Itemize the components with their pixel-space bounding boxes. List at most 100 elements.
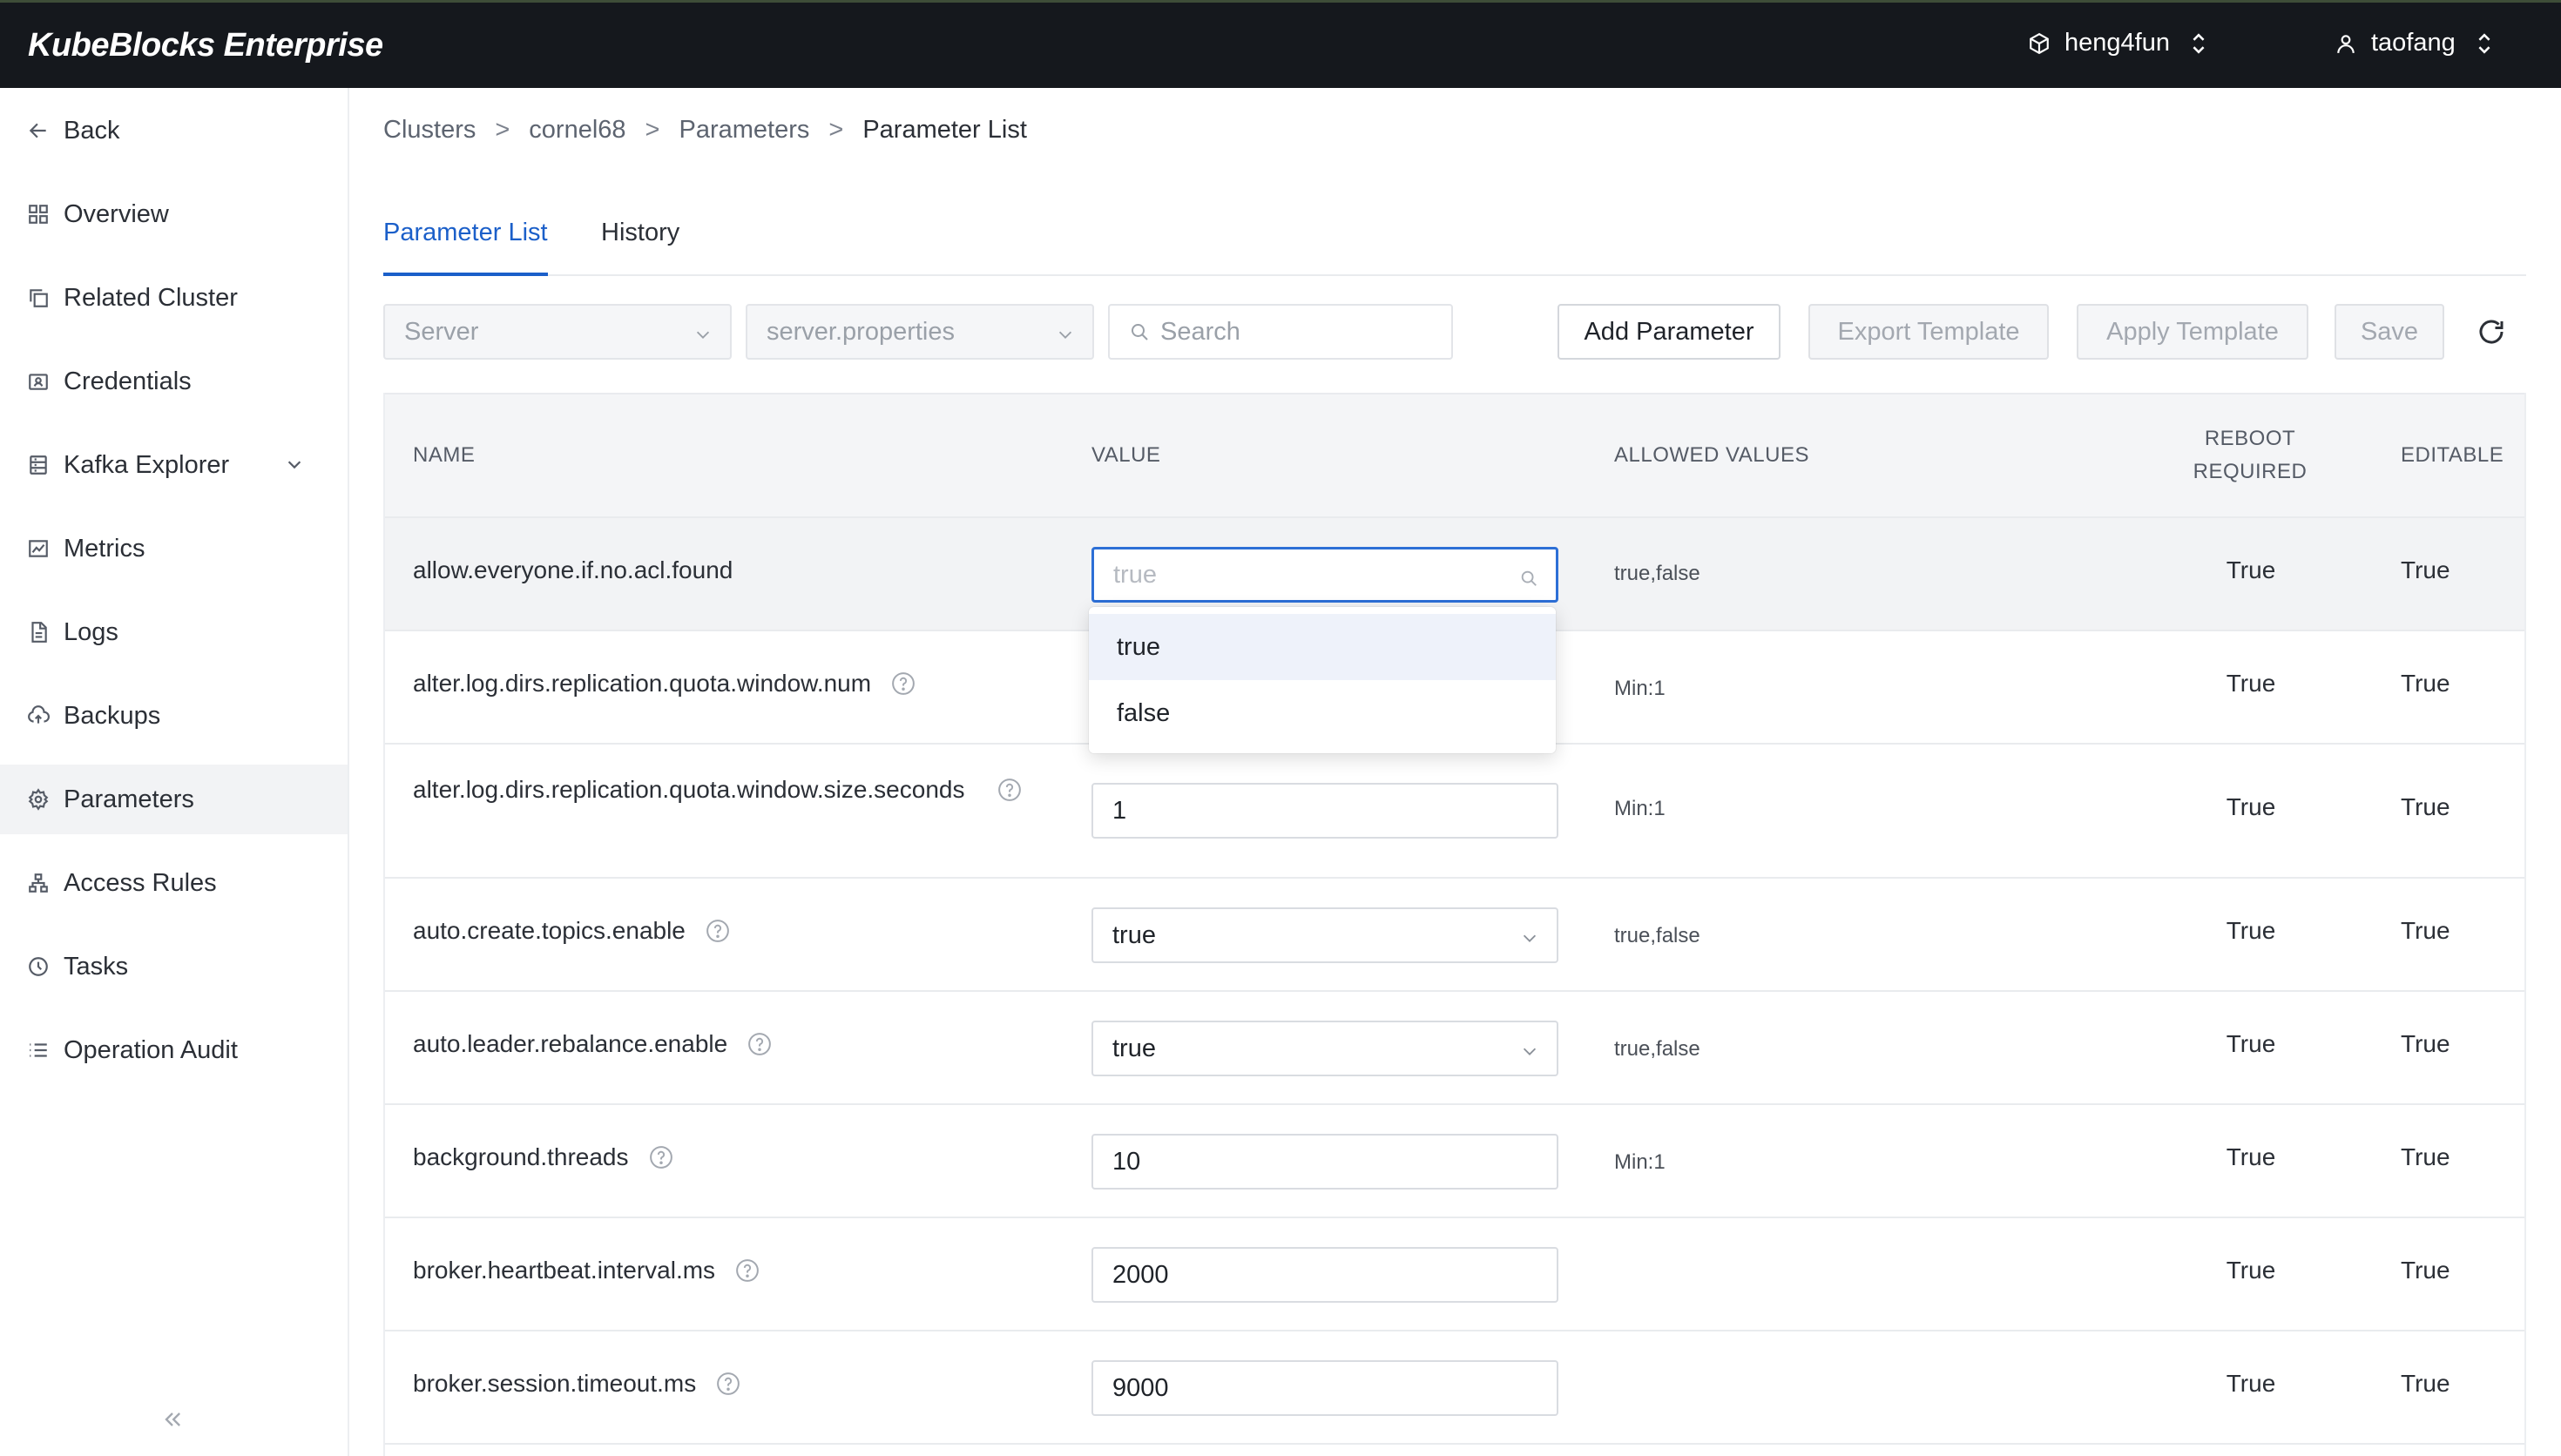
user-menu[interactable]: taofang <box>2335 29 2492 57</box>
header-editable: EDITABLE <box>2401 443 2504 467</box>
editable: True <box>2401 1257 2450 1284</box>
value-input-text: 1 <box>1112 796 1127 825</box>
org-switcher[interactable]: heng4fun <box>2028 29 2206 57</box>
value-input[interactable]: 1 <box>1091 783 1558 839</box>
param-name-wrap: auto.create.topics.enable <box>413 917 731 945</box>
table-row: broker.heartbeat.interval.ms 2000 True T… <box>385 1218 2524 1331</box>
breadcrumb-separator: > <box>828 116 844 144</box>
value-input[interactable]: 2000 <box>1091 1247 1558 1303</box>
database-icon <box>30 455 47 475</box>
help-icon[interactable] <box>890 671 916 697</box>
param-name: broker.heartbeat.interval.ms <box>413 1257 716 1284</box>
value-input-text: 10 <box>1112 1147 1141 1176</box>
sidebar-item-tasks[interactable]: Tasks <box>0 932 348 1001</box>
help-icon[interactable] <box>997 777 1023 803</box>
allowed-values: true,false <box>1614 562 1700 585</box>
sidebar-item-label: Related Cluster <box>64 283 238 312</box>
sidebar-item-parameters[interactable]: Parameters <box>0 765 348 834</box>
reboot-required: True <box>2226 1370 2276 1397</box>
chevron-updown-icon <box>2478 32 2490 54</box>
sidebar-item-logs[interactable]: Logs <box>0 597 348 667</box>
sidebar-item-backups[interactable]: Backups <box>0 681 348 751</box>
param-name: alter.log.dirs.replication.quota.window.… <box>413 776 965 803</box>
value-select[interactable]: true <box>1091 1021 1558 1076</box>
table-row: broker.session.timeout.ms 9000 True True <box>385 1331 2524 1445</box>
allowed-values: Min:1 <box>1614 677 1666 700</box>
breadcrumb-cluster[interactable]: cornel68 <box>529 116 625 145</box>
value-select-search[interactable]: true <box>1091 547 1558 603</box>
search-icon <box>1521 570 1537 586</box>
tab-history[interactable]: History <box>601 219 679 276</box>
config-file-select[interactable]: server.properties <box>746 304 1094 360</box>
help-icon[interactable] <box>747 1031 773 1057</box>
help-icon[interactable] <box>734 1257 760 1284</box>
user-name: taofang <box>2371 29 2456 57</box>
reboot-required: True <box>2226 917 2276 944</box>
sidebar-item-label: Tasks <box>64 952 129 981</box>
breadcrumb-clusters[interactable]: Clusters <box>383 116 476 145</box>
sidebar-item-metrics[interactable]: Metrics <box>0 514 348 583</box>
refresh-icon[interactable] <box>2476 316 2507 347</box>
value-select[interactable]: true <box>1091 907 1558 963</box>
apply-template-button[interactable]: Apply Template <box>2077 304 2308 360</box>
app-logo[interactable]: KubeBlocks Enterprise <box>28 27 383 64</box>
config-file-select-value: server.properties <box>767 317 955 346</box>
search-placeholder: Search <box>1160 317 1240 346</box>
tab-parameter-list[interactable]: Parameter List <box>383 219 548 276</box>
value-input[interactable]: 10 <box>1091 1134 1558 1190</box>
export-template-button[interactable]: Export Template <box>1808 304 2049 360</box>
sidebar-item-back[interactable]: Back <box>0 96 348 165</box>
clock-icon <box>29 957 48 976</box>
help-icon[interactable] <box>715 1371 741 1397</box>
save-button[interactable]: Save <box>2335 304 2444 360</box>
allowed-values: Min:1 <box>1614 797 1666 820</box>
reboot-required: True <box>2226 793 2276 820</box>
param-name: auto.create.topics.enable <box>413 917 686 944</box>
sidebar-item-credentials[interactable]: Credentials <box>0 347 348 416</box>
breadcrumb: Clusters > cornel68 > Parameters > Param… <box>383 116 1027 145</box>
file-icon <box>31 622 47 643</box>
arrow-left-icon <box>29 123 46 138</box>
header-allowed-values: ALLOWED VALUES <box>1614 443 1809 467</box>
reboot-required: True <box>2226 670 2276 697</box>
cube-icon <box>2030 32 2049 54</box>
sidebar-item-related-cluster[interactable]: Related Cluster <box>0 263 348 333</box>
reboot-required: True <box>2226 1143 2276 1170</box>
allowed-values: true,false <box>1614 924 1700 947</box>
sidebar-item-label: Parameters <box>64 785 194 813</box>
chevron-down-icon[interactable] <box>285 455 304 474</box>
param-name-wrap: background.threads <box>413 1143 674 1171</box>
sidebar-item-overview[interactable]: Overview <box>0 179 348 249</box>
help-icon[interactable] <box>648 1144 674 1170</box>
search-input[interactable]: Search <box>1108 304 1453 360</box>
dropdown-option-true[interactable]: true <box>1089 614 1556 680</box>
help-icon[interactable] <box>705 918 731 944</box>
breadcrumb-separator: > <box>495 116 510 144</box>
top-bar: KubeBlocks Enterprise heng4fun taofang <box>0 0 2561 88</box>
param-name: allow.everyone.if.no.acl.found <box>413 556 733 583</box>
editable: True <box>2401 670 2450 697</box>
param-name: alter.log.dirs.replication.quota.window.… <box>413 670 872 697</box>
editable: True <box>2401 1370 2450 1397</box>
component-select[interactable]: Server <box>383 304 732 360</box>
sidebar-item-operation-audit[interactable]: Operation Audit <box>0 1015 348 1085</box>
copy-icon <box>30 289 48 307</box>
table-row: background.threads 10 Min:1 True True <box>385 1105 2524 1218</box>
value-dropdown: true false <box>1089 607 1556 753</box>
dropdown-option-false[interactable]: false <box>1089 680 1556 746</box>
chevron-updown-icon <box>2193 32 2205 54</box>
collapse-sidebar-icon[interactable] <box>160 1407 185 1432</box>
main-content: Clusters > cornel68 > Parameters > Param… <box>349 88 2561 1456</box>
toolbar: Server server.properties Search Add Para… <box>383 304 2526 360</box>
chevron-down-icon <box>1523 934 1537 942</box>
sidebar-item-kafka-explorer[interactable]: Kafka Explorer <box>0 430 348 500</box>
table-row: auto.create.topics.enable true true,fals… <box>385 879 2524 992</box>
add-parameter-button[interactable]: Add Parameter <box>1558 304 1781 360</box>
chevron-down-icon <box>1058 331 1072 339</box>
value-select-text: true <box>1112 920 1156 949</box>
reboot-required: True <box>2226 1030 2276 1057</box>
value-input[interactable]: 9000 <box>1091 1360 1558 1416</box>
sidebar-item-access-rules[interactable]: Access Rules <box>0 848 348 918</box>
breadcrumb-parameters[interactable]: Parameters <box>679 116 809 145</box>
component-select-value: Server <box>404 317 479 346</box>
